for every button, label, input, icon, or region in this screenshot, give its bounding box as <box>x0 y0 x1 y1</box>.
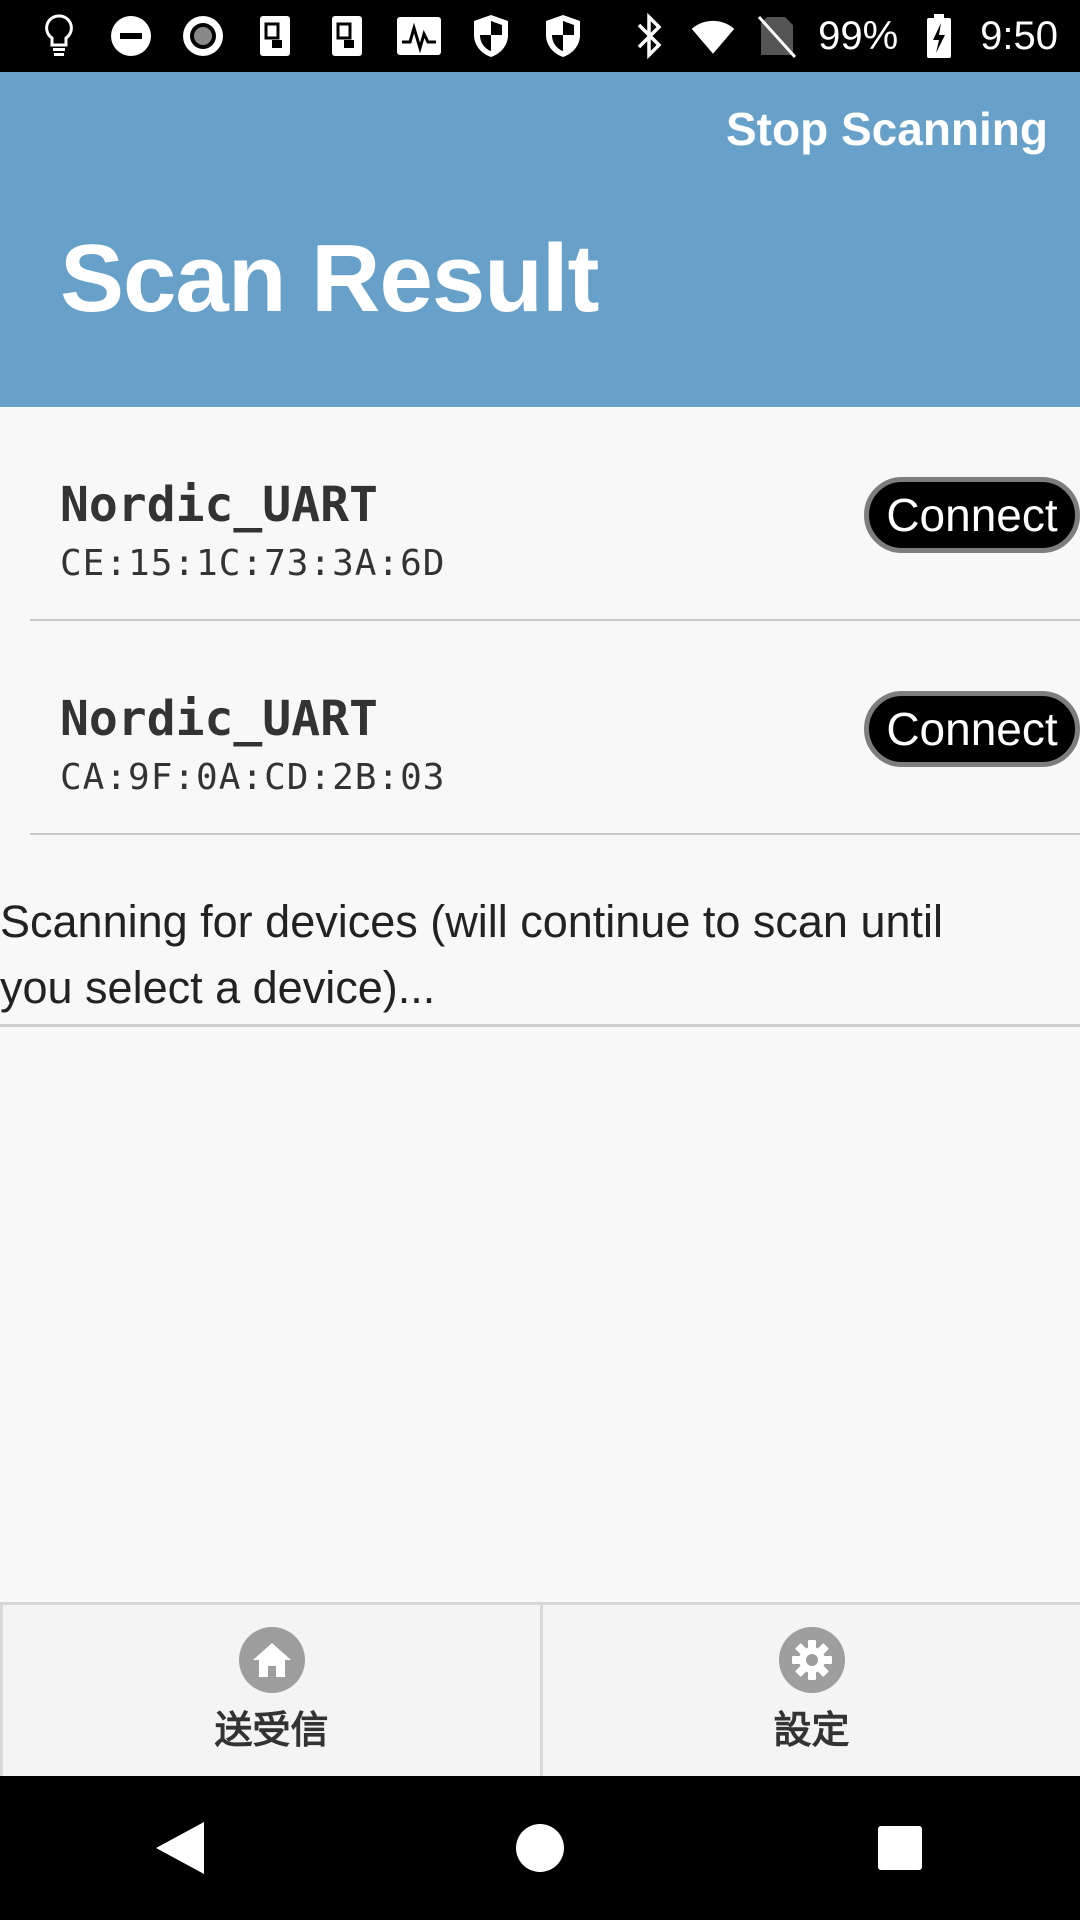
device-list-item[interactable]: Nordic_UART CE:15:1C:73:3A:6D Connect <box>30 407 1080 621</box>
nav-item-settings[interactable]: 設定 <box>540 1605 1080 1776</box>
nfc-card-icon-2 <box>324 13 370 59</box>
notification-icons <box>0 13 586 59</box>
battery-charging-icon <box>916 13 962 59</box>
page-title: Scan Result <box>60 225 600 332</box>
nav-label-send-receive: 送受信 <box>214 1708 329 1752</box>
bluetooth-icon <box>626 13 672 59</box>
record-icon <box>180 13 226 59</box>
device-address: CA:9F:0A:CD:2B:03 <box>60 757 446 798</box>
recent-apps-icon[interactable] <box>850 1798 950 1898</box>
battery-percent: 99% <box>818 13 899 58</box>
device-list: Nordic_UART CE:15:1C:73:3A:6D Connect No… <box>0 407 1080 835</box>
shield-icon-2 <box>540 13 586 59</box>
clock: 9:50 <box>980 13 1058 58</box>
nfc-card-icon <box>252 13 298 59</box>
nav-label-settings: 設定 <box>773 1708 850 1752</box>
connect-button[interactable]: Connect <box>864 691 1080 767</box>
gear-icon <box>778 1627 845 1693</box>
activity-icon <box>396 13 442 59</box>
device-list-item[interactable]: Nordic_UART CA:9F:0A:CD:2B:03 Connect <box>30 621 1080 835</box>
app-bar: Stop Scanning Scan Result <box>0 72 1080 407</box>
scan-status-message: Scanning for devices (will continue to s… <box>0 887 1080 1027</box>
scan-status-line-1: Scanning for devices (will continue to s… <box>0 896 944 947</box>
system-navigation-bar <box>0 1776 1080 1920</box>
back-icon[interactable] <box>130 1798 230 1898</box>
lightbulb-icon <box>36 13 82 59</box>
wifi-icon <box>690 13 736 59</box>
device-name: Nordic_UART <box>60 691 378 747</box>
scan-status-line-2: you select a device)... <box>0 962 436 1013</box>
no-sim-icon <box>754 13 800 59</box>
stop-scanning-button[interactable]: Stop Scanning <box>726 102 1048 156</box>
connect-button[interactable]: Connect <box>864 477 1080 553</box>
bottom-navigation: 送受信 設定 <box>0 1602 1080 1776</box>
do-not-disturb-icon <box>108 13 154 59</box>
nav-item-send-receive[interactable]: 送受信 <box>0 1605 540 1776</box>
home-icon <box>238 1627 305 1693</box>
home-button-icon[interactable] <box>490 1798 590 1898</box>
status-bar: 99% 9:50 <box>0 0 1080 72</box>
shield-icon <box>468 13 514 59</box>
device-name: Nordic_UART <box>60 477 378 533</box>
device-address: CE:15:1C:73:3A:6D <box>60 543 446 584</box>
